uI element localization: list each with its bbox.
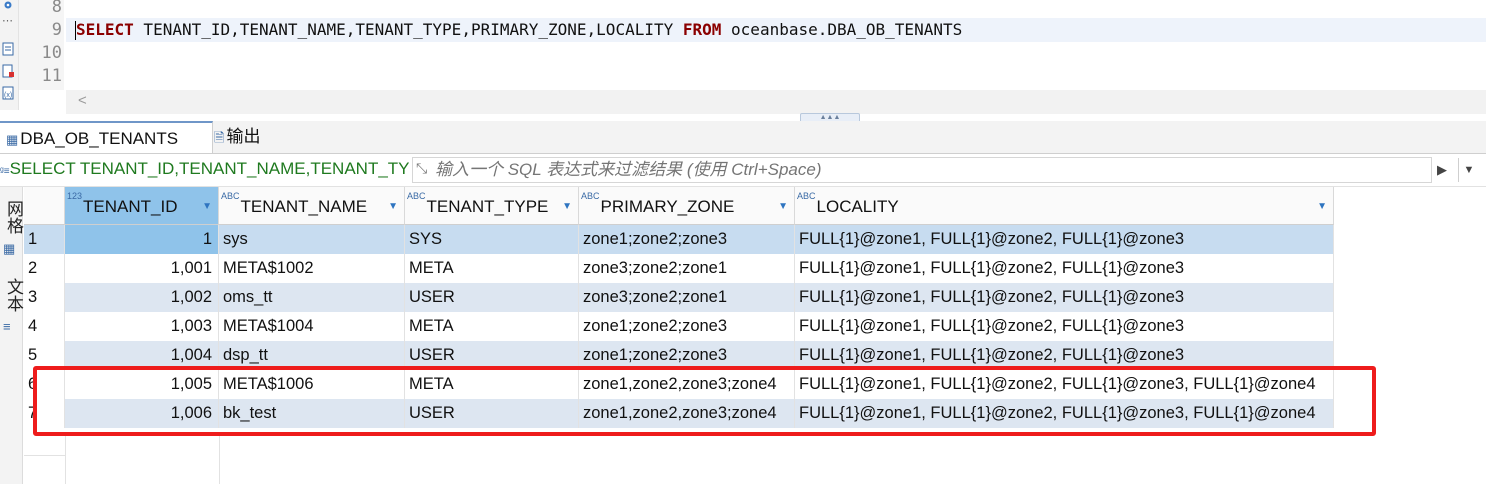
- table-row[interactable]: 4 1,003 META$1004 META zone1;zone2;zone3 FULL…: [24, 312, 1334, 341]
- column-header-label: TENANT_ID: [83, 197, 178, 216]
- tenant-type-cell[interactable]: META: [405, 254, 579, 283]
- tenant-type-cell[interactable]: USER: [405, 283, 579, 312]
- tenant-type-cell[interactable]: SYS: [405, 225, 579, 254]
- editor-toolstrip: ⋯ (x): [0, 0, 19, 110]
- tenant-id-cell[interactable]: 1,002: [65, 283, 219, 312]
- execute-script-icon[interactable]: [1, 42, 15, 56]
- table-row[interactable]: 3 1,002 oms_tt USER zone3;zone2;zone1 FULL{1}…: [24, 283, 1334, 312]
- tenant-name-cell[interactable]: META$1004: [219, 312, 405, 341]
- grid-icon[interactable]: ▦: [3, 241, 15, 257]
- column-header-label: LOCALITY: [816, 197, 899, 216]
- column-header-label: PRIMARY_ZONE: [600, 197, 735, 216]
- text-type-icon: ABC: [221, 191, 240, 201]
- primary-zone-cell[interactable]: zone1;zone2;zone3: [579, 312, 795, 341]
- text-caret: [75, 21, 76, 40]
- row-number-header: [24, 187, 65, 225]
- sort-arrow-icon[interactable]: ▼: [1317, 187, 1327, 227]
- tab-label: 输出: [226, 127, 261, 146]
- variable-icon[interactable]: (x): [1, 86, 15, 100]
- row-number-cell[interactable]: 3: [24, 283, 65, 312]
- row-number-cell[interactable]: 2: [24, 254, 65, 283]
- tenant-id-cell[interactable]: 1: [65, 225, 219, 254]
- annotation-highlight-box: [33, 366, 1376, 436]
- column-header-primary-zone[interactable]: ABCPRIMARY_ZONE ▼: [579, 187, 795, 225]
- apply-filter-icon[interactable]: ▶: [1437, 162, 1447, 178]
- line-number-gutter: 8 9 10 11: [18, 0, 64, 90]
- column-header-label: TENANT_NAME: [240, 197, 368, 216]
- primary-zone-cell[interactable]: zone1;zone2;zone3: [579, 225, 795, 254]
- sort-arrow-icon[interactable]: ▼: [562, 187, 572, 227]
- editor-horizontal-scrollbar[interactable]: <: [66, 90, 1486, 114]
- expand-filter-icon[interactable]: ⤡: [416, 160, 427, 177]
- column-header-tenant-type[interactable]: ABCTENANT_TYPE ▼: [405, 187, 579, 225]
- column-header-tenant-id[interactable]: 123TENANT_ID ▼: [65, 187, 219, 225]
- line-number: 10: [41, 43, 62, 63]
- results-tab-bar: ▦DBA_OB_TENANTS 1× 🗎输出: [0, 121, 1486, 181]
- line-number: 9: [51, 20, 62, 40]
- text-icon[interactable]: ≡: [3, 319, 11, 334]
- filter-expression-input[interactable]: [412, 157, 1432, 183]
- tab-output[interactable]: 🗎 输出: [208, 121, 300, 153]
- tenant-type-cell[interactable]: META: [405, 312, 579, 341]
- line-number: 8: [51, 0, 62, 17]
- tenant-name-cell[interactable]: sys: [219, 225, 405, 254]
- tenant-id-cell[interactable]: 1,003: [65, 312, 219, 341]
- text-view-toggle[interactable]: 文本: [0, 275, 23, 315]
- query-preview-text: SELECT TENANT_ID,TENANT_NAME,TENANT_TYPE…: [9, 159, 410, 178]
- filter-bar: ᵍ≡SELECT TENANT_ID,TENANT_NAME,TENANT_TY…: [0, 154, 1486, 187]
- line-number: 11: [41, 66, 62, 86]
- filter-history-dropdown[interactable]: ▼: [1458, 158, 1479, 182]
- number-type-icon: 123: [67, 191, 83, 201]
- sql-icon: ᵍ≡: [0, 166, 10, 177]
- sql-query-line[interactable]: SELECT TENANT_ID,TENANT_NAME,TENANT_TYPE…: [76, 20, 962, 39]
- tenant-name-cell[interactable]: oms_tt: [219, 283, 405, 312]
- sort-arrow-icon[interactable]: ▼: [202, 187, 212, 227]
- row-number-cell[interactable]: 1: [24, 225, 65, 254]
- grid-view-toggle[interactable]: 网格: [0, 197, 23, 237]
- sql-table: oceanbase.DBA_OB_TENANTS: [721, 20, 963, 39]
- column-header-tenant-name[interactable]: ABCTENANT_NAME ▼: [219, 187, 405, 225]
- sql-keyword-select: SELECT: [76, 20, 134, 39]
- table-icon: ▦: [6, 132, 19, 147]
- sort-arrow-icon[interactable]: ▼: [388, 187, 398, 227]
- sort-arrow-icon[interactable]: ▼: [778, 187, 788, 227]
- tenant-name-cell[interactable]: META$1002: [219, 254, 405, 283]
- results-grid[interactable]: 123TENANT_ID ▼ ABCTENANT_NAME ▼ ABCTENANT_…: [24, 187, 1486, 484]
- more-icon[interactable]: ⋯: [2, 14, 13, 27]
- view-mode-panel: 网格 ▦ 文本 ≡: [0, 187, 23, 484]
- output-icon: 🗎: [214, 130, 225, 145]
- tab-dba-ob-tenants[interactable]: ▦DBA_OB_TENANTS 1×: [0, 121, 213, 181]
- locality-cell[interactable]: FULL{1}@zone1, FULL{1}@zone2, FULL{1}@zo…: [795, 283, 1334, 312]
- primary-zone-cell[interactable]: zone3;zone2;zone1: [579, 254, 795, 283]
- primary-zone-cell[interactable]: zone3;zone2;zone1: [579, 283, 795, 312]
- row-number-cell[interactable]: 4: [24, 312, 65, 341]
- gear-icon[interactable]: [1, 0, 15, 14]
- text-type-icon: ABC: [797, 191, 816, 201]
- text-type-icon: ABC: [581, 191, 600, 201]
- table-row[interactable]: 1 1 sys SYS zone1;zone2;zone3 FULL{1}@zone1, …: [24, 225, 1334, 254]
- text-type-icon: ABC: [407, 191, 426, 201]
- query-preview[interactable]: ᵍ≡SELECT TENANT_ID,TENANT_NAME,TENANT_TY…: [0, 159, 410, 179]
- sql-keyword-from: FROM: [682, 20, 722, 39]
- locality-cell[interactable]: FULL{1}@zone1, FULL{1}@zone2, FULL{1}@zo…: [795, 254, 1334, 283]
- empty-grid-area: [24, 435, 1486, 484]
- column-header-label: TENANT_TYPE: [426, 197, 549, 216]
- locality-cell[interactable]: FULL{1}@zone1, FULL{1}@zone2, FULL{1}@zo…: [795, 312, 1334, 341]
- column-header-locality[interactable]: ABCLOCALITY ▼: [795, 187, 1334, 225]
- export-file-icon[interactable]: [1, 64, 15, 78]
- table-row[interactable]: 2 1,001 META$1002 META zone3;zone2;zone1 FULL…: [24, 254, 1334, 283]
- sql-columns: TENANT_ID,TENANT_NAME,TENANT_TYPE,PRIMAR…: [133, 20, 683, 39]
- sql-editor[interactable]: 8 9 10 11 SELECT TENANT_ID,TENANT_NAME,T…: [0, 0, 1486, 90]
- svg-text:(x): (x): [4, 92, 12, 99]
- locality-cell[interactable]: FULL{1}@zone1, FULL{1}@zone2, FULL{1}@zo…: [795, 225, 1334, 254]
- scroll-left-button[interactable]: <: [78, 92, 87, 109]
- tenant-id-cell[interactable]: 1,001: [65, 254, 219, 283]
